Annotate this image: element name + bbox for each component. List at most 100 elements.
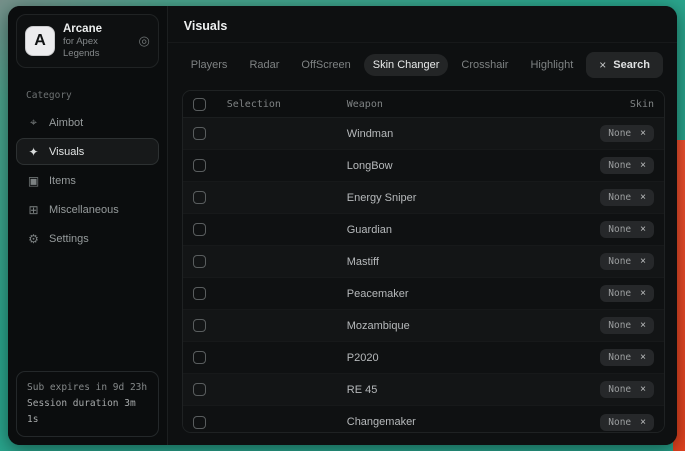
sidebar-item[interactable]: ⌖ Aimbot [16,109,159,136]
row-checkbox[interactable] [193,383,206,396]
row-checkbox[interactable] [193,287,206,300]
search-button-label: Search [613,59,650,71]
tab-group: Players Radar OffScreen Skin Changer Cro… [182,54,583,76]
skin-value-badge[interactable]: None × [600,414,654,431]
select-all-checkbox[interactable] [193,98,206,111]
column-header-weapon: Weapon [347,99,558,110]
app-subtitle: for Apex Legends [63,36,130,60]
row-checkbox[interactable] [193,127,206,140]
clear-skin-icon[interactable]: × [640,288,646,299]
tab[interactable]: Radar [240,54,288,76]
row-checkbox[interactable] [193,159,206,172]
row-checkbox[interactable] [193,416,206,429]
skin-value-label: None [608,384,631,395]
app-header-card: A Arcane for Apex Legends ◎ [16,14,159,68]
clear-skin-icon[interactable]: × [640,384,646,395]
weapon-name: Guardian [347,224,558,236]
tab[interactable]: Players [182,54,237,76]
tab[interactable]: Crosshair [452,54,517,76]
weapon-name: Peacemaker [347,288,558,300]
sidebar-nav: ⌖ Aimbot ✦ Visuals ▣ Items ⊞ Miscellaneo… [8,107,167,254]
x-icon: × [599,58,606,72]
weapon-name: P2020 [347,352,558,364]
main-panel: Visuals Players Radar OffScreen Skin Cha… [168,6,677,445]
sidebar-item[interactable]: ⚙ Settings [16,225,159,252]
sidebar-item-label: Miscellaneous [49,204,119,216]
crosshair-icon: ⌖ [27,115,40,130]
clear-skin-icon[interactable]: × [640,256,646,267]
skin-value-label: None [608,128,631,139]
sidebar-spacer [8,254,167,362]
row-checkbox[interactable] [193,191,206,204]
skin-value-badge[interactable]: None × [600,381,654,398]
skin-cell: None × [558,285,654,302]
skin-cell: None × [558,125,654,142]
clear-skin-icon[interactable]: × [640,128,646,139]
weapon-name: Windman [347,128,558,140]
sidebar-item[interactable]: ⊞ Miscellaneous [16,196,159,223]
clear-skin-icon[interactable]: × [640,352,646,363]
skin-cell: None × [558,221,654,238]
sidebar-item-label: Settings [49,233,89,245]
sidebar-item-label: Visuals [49,146,84,158]
sidebar: A Arcane for Apex Legends ◎ Category ⌖ A… [8,6,167,445]
row-checkbox[interactable] [193,223,206,236]
skin-cell: None × [558,253,654,270]
skin-value-badge[interactable]: None × [600,157,654,174]
skin-value-badge[interactable]: None × [600,221,654,238]
skin-value-label: None [608,256,631,267]
table-row: Mastiff None × [183,246,664,278]
skin-value-badge[interactable]: None × [600,189,654,206]
app-logo: A [25,26,55,56]
skin-value-label: None [608,288,631,299]
app-title: Arcane [63,22,130,36]
clear-skin-icon[interactable]: × [640,224,646,235]
gear-icon: ⚙ [27,232,40,246]
table-row: Windman None × [183,118,664,150]
tab[interactable]: Highlight [521,54,582,76]
sidebar-item[interactable]: ✦ Visuals [16,138,159,165]
table-header-row: Selection Weapon Skin [183,91,664,118]
table-body: Windman None × LongBow [183,118,664,433]
table-row: Peacemaker None × [183,278,664,310]
grid-icon: ⊞ [27,203,40,217]
tab-bar: Players Radar OffScreen Skin Changer Cro… [168,43,677,78]
sidebar-item[interactable]: ▣ Items [16,167,159,194]
weapon-name: Changemaker [347,416,558,428]
clear-skin-icon[interactable]: × [640,417,646,428]
row-checkbox[interactable] [193,255,206,268]
row-checkbox[interactable] [193,319,206,332]
sidebar-item-label: Aimbot [49,117,83,129]
skin-value-badge[interactable]: None × [600,349,654,366]
clear-skin-icon[interactable]: × [640,160,646,171]
skin-cell: None × [558,414,654,431]
tab[interactable]: OffScreen [292,54,359,76]
target-icon[interactable]: ◎ [138,33,149,49]
table-row: Changemaker None × [183,406,664,433]
skin-value-label: None [608,320,631,331]
table-row: Mozambique None × [183,310,664,342]
table-row: RE 45 None × [183,374,664,406]
table-row: P2020 None × [183,342,664,374]
weapon-name: Energy Sniper [347,192,558,204]
skin-value-badge[interactable]: None × [600,125,654,142]
tab[interactable]: Skin Changer [364,54,449,76]
skin-changer-table: Selection Weapon Skin Windman None × [182,90,665,433]
column-header-skin: Skin [558,99,654,110]
skin-value-badge[interactable]: None × [600,253,654,270]
session-duration-text: Session duration 3m 1s [27,396,148,428]
cube-icon: ▣ [27,174,40,188]
row-checkbox[interactable] [193,351,206,364]
skin-value-badge[interactable]: None × [600,285,654,302]
skin-value-badge[interactable]: None × [600,317,654,334]
table-row: Guardian None × [183,214,664,246]
column-header-selection: Selection [227,99,347,110]
clear-skin-icon[interactable]: × [640,192,646,203]
main-header: Visuals [168,6,677,43]
skin-value-label: None [608,224,631,235]
skin-cell: None × [558,349,654,366]
search-button[interactable]: × Search [586,52,663,78]
table-row: Energy Sniper None × [183,182,664,214]
clear-skin-icon[interactable]: × [640,320,646,331]
weapon-name: Mastiff [347,256,558,268]
